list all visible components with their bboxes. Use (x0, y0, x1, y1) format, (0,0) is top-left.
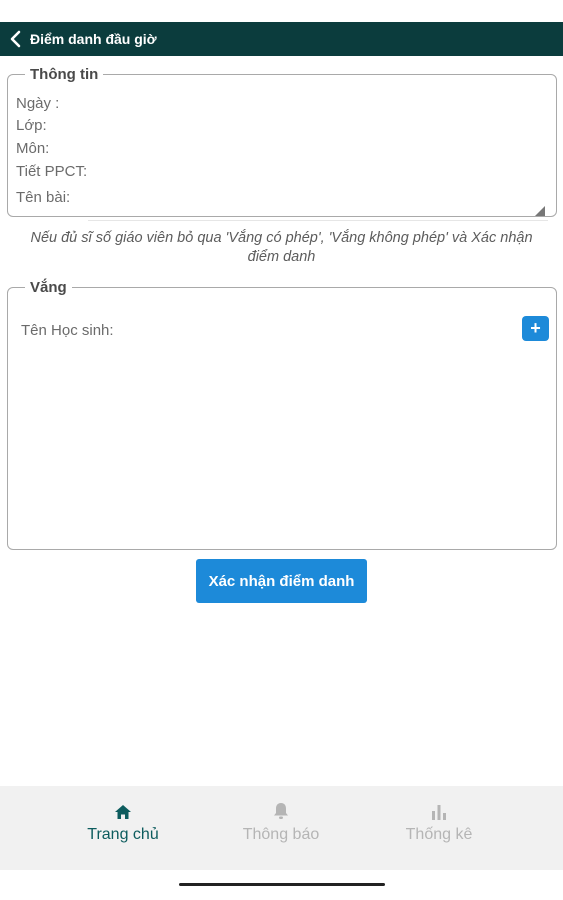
info-section: Thông tin Ngày : Lớp: Môn: Tiết PPCT: Tê… (7, 66, 557, 221)
date-label: Ngày : (16, 95, 60, 112)
period-label: Tiết PPCT: (16, 163, 88, 180)
nav-label-statistics: Thống kê (405, 826, 473, 843)
back-arrow-icon[interactable] (2, 22, 30, 56)
nav-item-notifications[interactable]: Thông báo (226, 800, 336, 844)
absent-section: Vắng Tên Học sinh: + (7, 279, 557, 550)
student-name-label: Tên Học sinh: (21, 322, 114, 339)
bottom-navigation: Trang chủ Thông báo Thống kê (0, 786, 563, 870)
app-header: Điểm danh đầu giờ (0, 22, 563, 56)
home-icon (114, 800, 132, 820)
lesson-title-input[interactable] (88, 196, 548, 221)
subject-label: Môn: (16, 140, 50, 157)
info-legend: Thông tin (30, 66, 99, 83)
page-title: Điểm danh đầu giờ (30, 31, 157, 47)
bell-icon (273, 800, 289, 820)
class-label: Lớp: (16, 117, 47, 134)
home-indicator[interactable] (179, 883, 385, 886)
lesson-label: Tên bài: (16, 189, 71, 206)
instruction-note: Nếu đủ sĩ số giáo viên bỏ qua 'Vắng có p… (30, 230, 533, 265)
confirm-attendance-button[interactable]: Xác nhận điểm danh (196, 559, 367, 603)
nav-label-home: Trang chủ (87, 826, 159, 843)
absent-legend: Vắng (30, 279, 67, 296)
resize-handle-icon[interactable] (535, 206, 545, 216)
nav-item-home[interactable]: Trang chủ (68, 800, 178, 844)
add-student-button[interactable]: + (522, 316, 549, 341)
nav-label-notifications: Thông báo (242, 826, 320, 843)
bar-chart-icon (431, 800, 447, 820)
nav-item-statistics[interactable]: Thống kê (384, 800, 494, 844)
